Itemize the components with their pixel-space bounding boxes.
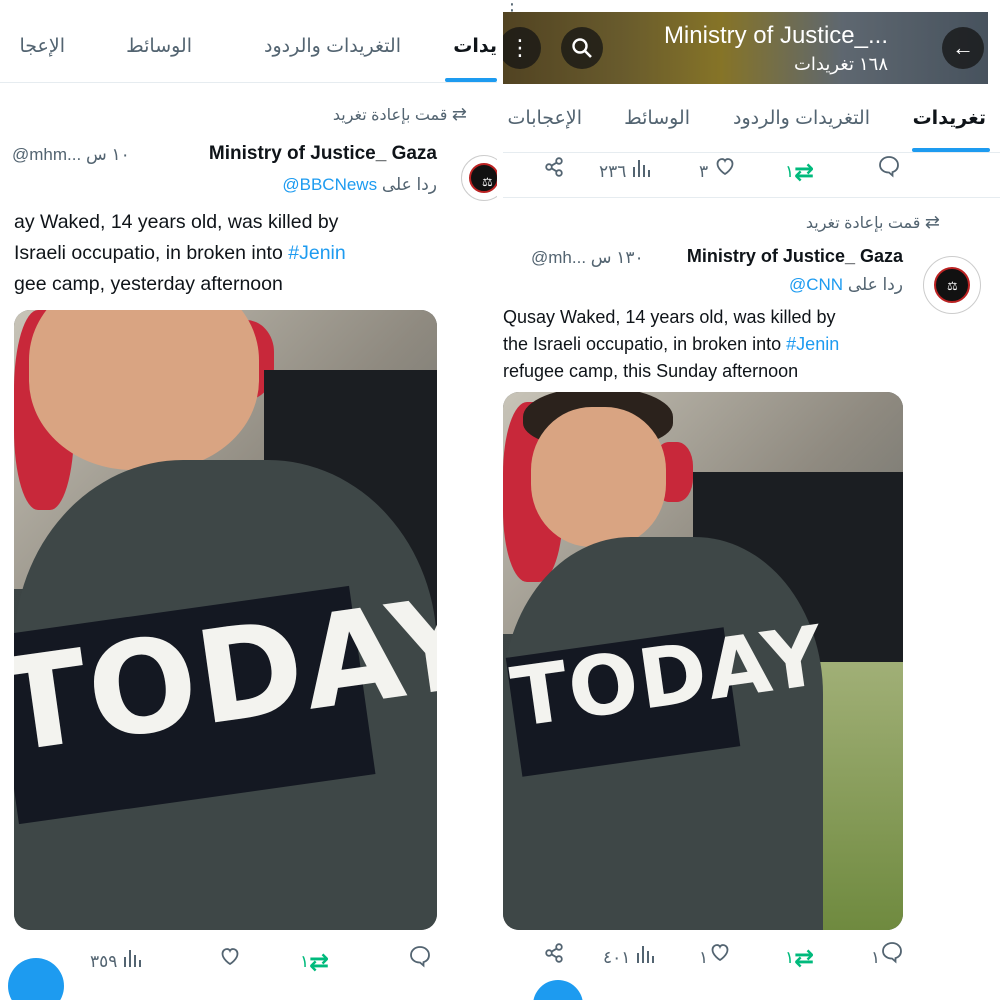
- hashtag-jenin[interactable]: #Jenin: [786, 334, 839, 354]
- tweet-handle-time: @mh... ١٣٠ س: [531, 248, 644, 268]
- retweet-icon: ⇄: [924, 212, 940, 232]
- tweet-text: Qusay Waked, 14 years old, was killed by…: [503, 304, 839, 385]
- like-button[interactable]: ١: [699, 938, 732, 978]
- retweet-count: ١: [785, 948, 795, 967]
- heart-icon: [708, 939, 732, 979]
- views-button[interactable]: ٤٠١: [603, 938, 657, 978]
- retweet-button[interactable]: ١⇄: [785, 152, 814, 192]
- retweet-icon: ⇄: [794, 944, 815, 972]
- tweet-line-1: ay Waked, 14 years old, was killed by: [14, 211, 339, 233]
- ministry-logo-icon: ⚖: [934, 267, 970, 303]
- reply-icon: [880, 939, 904, 979]
- retweet-icon: ⇄: [451, 104, 467, 124]
- tab-tweets-replies[interactable]: التغريدات والردود: [733, 86, 870, 152]
- tweet-line-3: refugee camp, this Sunday afternoon: [503, 361, 799, 381]
- tweet-actions: ١⇄ ٣٥٩: [0, 942, 497, 982]
- right-screenshot: ← ⋮ Ministry of Justice_... ١٦٨ تغريدات …: [503, 0, 1000, 1000]
- tab-likes[interactable]: الإعجابات: [508, 86, 582, 152]
- compose-button[interactable]: [533, 980, 583, 1000]
- views-icon: [635, 939, 657, 979]
- view-count: ٤٠١: [603, 948, 631, 967]
- tweet-line-3: gee camp, yesterday afternoon: [14, 273, 283, 295]
- reply-prefix: ردا على: [847, 275, 903, 294]
- search-icon[interactable]: [561, 27, 603, 69]
- reply-context: ردا على @BBCNews: [282, 175, 437, 195]
- tweet-photo[interactable]: TODAY: [14, 310, 437, 930]
- retweeted-label: قمت بإعادة تغريد: [805, 215, 921, 232]
- header-title: Ministry of Justice_...: [663, 22, 888, 49]
- avatar[interactable]: ⚖: [461, 155, 497, 201]
- tweet-handle: @mh...: [531, 248, 587, 267]
- like-count: ٣: [699, 162, 709, 181]
- avatar[interactable]: ⚖: [923, 256, 981, 314]
- tweet-author-name[interactable]: Ministry of Justice_ Gaza: [687, 246, 903, 267]
- boy-face: [29, 310, 259, 470]
- retweet-context: ⇄ قمت بإعادة تغريد: [806, 212, 940, 233]
- share-button[interactable]: [543, 152, 565, 192]
- tab-tweets[interactable]: تغريدات: [913, 86, 986, 152]
- tweet-author-name[interactable]: Ministry of Justice_ Gaza: [209, 143, 437, 165]
- view-count: ٢٣٦: [599, 162, 627, 181]
- profile-tabs: يدات التغريدات والردود الوسائط الإعجا: [0, 12, 497, 83]
- tweet-line-2: Israeli occupatio, in broken into: [14, 242, 289, 264]
- header-tweet-count: ١٦٨ تغريدات: [793, 54, 888, 74]
- tweet-actions: ١ ١⇄ ١ ٤٠١: [503, 938, 1000, 978]
- tweet-text: ay Waked, 14 years old, was killed by Is…: [14, 207, 346, 300]
- left-screenshot: يدات التغريدات والردود الوسائط الإعجا ⇄ …: [0, 0, 497, 1000]
- tweet-line-2: the Israeli occupatio, in broken into: [503, 334, 787, 354]
- back-arrow-icon[interactable]: ←: [942, 27, 984, 69]
- tweet-handle: @mhm...: [12, 145, 82, 164]
- reply-prefix: ردا على: [381, 175, 437, 194]
- reply-icon: [877, 153, 901, 193]
- retweet-count: ١: [300, 952, 310, 971]
- retweet-icon: ⇄: [309, 948, 330, 976]
- tab-tweets-replies[interactable]: التغريدات والردود: [264, 12, 401, 82]
- like-button[interactable]: ٣: [699, 152, 737, 192]
- retweet-button[interactable]: ١⇄: [785, 938, 814, 978]
- retweet-icon: ⇄: [794, 158, 815, 186]
- hashtag-jenin[interactable]: #Jenin: [288, 242, 345, 264]
- reply-button[interactable]: [408, 942, 432, 982]
- tweet-time: ١٠ س: [85, 145, 130, 164]
- tab-likes[interactable]: الإعجا: [19, 12, 65, 82]
- reply-mention[interactable]: @BBCNews: [282, 175, 377, 194]
- heart-icon: [218, 943, 242, 983]
- heart-icon: [713, 153, 737, 193]
- like-button[interactable]: [218, 942, 242, 982]
- active-tab-indicator: [445, 78, 497, 82]
- previous-tweet-actions: ١⇄ ٣ ٢٣٦: [503, 152, 1000, 192]
- tweet-photo[interactable]: TODAY: [503, 392, 903, 930]
- tweet-line-1: Qusay Waked, 14 years old, was killed by: [503, 307, 836, 327]
- share-icon: [543, 939, 565, 979]
- views-icon: [631, 153, 653, 193]
- views-button[interactable]: ٢٣٦: [599, 152, 653, 192]
- profile-tabs: تغريدات التغريدات والردود الوسائط الإعجا…: [503, 86, 1000, 153]
- retweet-count: ١: [785, 162, 795, 181]
- tweet-handle-time: @mhm... ١٠ س: [12, 145, 130, 165]
- like-count: ١: [699, 948, 709, 967]
- tab-tweets[interactable]: يدات: [453, 12, 497, 82]
- views-button[interactable]: ٣٥٩: [90, 942, 144, 982]
- view-count: ٣٥٩: [90, 952, 118, 971]
- reply-button[interactable]: ١: [871, 938, 904, 978]
- tab-media[interactable]: الوسائط: [624, 86, 690, 152]
- boy-face: [531, 407, 666, 547]
- tweet-time: ١٣٠ س: [590, 248, 644, 267]
- reply-icon: [408, 943, 432, 983]
- retweet-context: ⇄ قمت بإعادة تغريد: [333, 104, 467, 125]
- retweeted-label: قمت بإعادة تغريد: [332, 107, 448, 124]
- views-icon: [122, 943, 144, 983]
- reply-count: ١: [871, 948, 881, 967]
- tweet-separator: [503, 197, 1000, 198]
- retweet-button[interactable]: ١⇄: [300, 942, 329, 982]
- reply-mention[interactable]: @CNN: [789, 275, 843, 294]
- share-button[interactable]: [543, 938, 565, 978]
- reply-context: ردا على @CNN: [789, 275, 903, 295]
- tab-media[interactable]: الوسائط: [126, 12, 192, 82]
- share-icon: [543, 153, 565, 193]
- ministry-logo-icon: ⚖: [469, 163, 497, 193]
- profile-header: ← ⋮ Ministry of Justice_... ١٦٨ تغريدات: [503, 12, 988, 84]
- reply-button[interactable]: [877, 152, 901, 192]
